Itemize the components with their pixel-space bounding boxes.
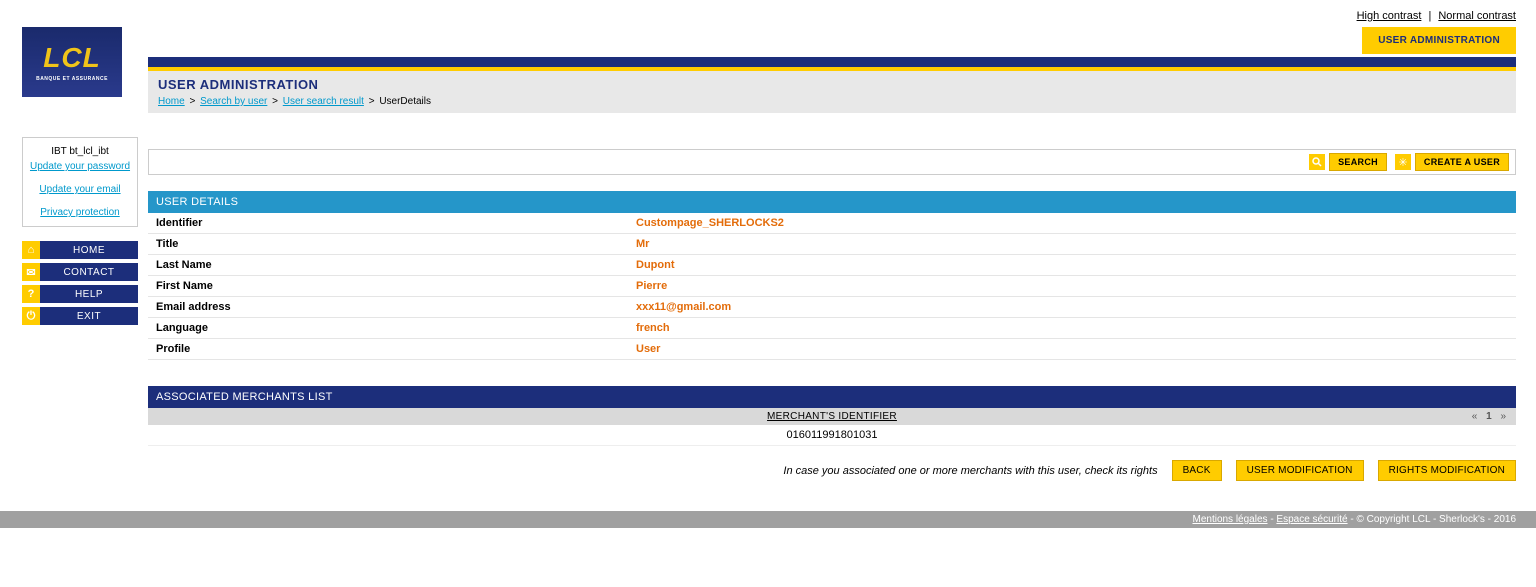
- footer-espace-link[interactable]: Espace sécurité: [1276, 514, 1347, 525]
- email-label: Email address: [148, 297, 628, 318]
- privacy-protection-link[interactable]: Privacy protection: [27, 205, 133, 220]
- header-bar: [148, 57, 1516, 71]
- nav-help[interactable]: ? HELP: [22, 285, 138, 303]
- breadcrumb-current: UserDetails: [379, 96, 431, 107]
- pager-last-icon[interactable]: »: [1500, 411, 1506, 422]
- breadcrumb-search-by-user[interactable]: Search by user: [200, 96, 267, 107]
- language-value: french: [628, 318, 1516, 339]
- breadcrumb-home[interactable]: Home: [158, 96, 185, 107]
- update-password-link[interactable]: Update your password: [27, 159, 133, 174]
- rights-modification-button[interactable]: RIGHTS MODIFICATION: [1378, 460, 1516, 481]
- pager-first-icon[interactable]: «: [1472, 411, 1478, 422]
- action-row: SEARCH ✳ CREATE A USER: [148, 149, 1516, 175]
- nav-contact[interactable]: ✉ CONTACT: [22, 263, 138, 281]
- identifier-value: Custompage_SHERLOCKS2: [628, 213, 1516, 234]
- nav-exit[interactable]: ⏻ EXIT: [22, 307, 138, 325]
- nav-contact-label: CONTACT: [40, 263, 138, 281]
- rights-hint: In case you associated one or more merch…: [783, 465, 1157, 477]
- user-details-table: Identifier Custompage_SHERLOCKS2 Title M…: [148, 213, 1516, 360]
- contrast-separator: |: [1428, 10, 1431, 22]
- lastname-label: Last Name: [148, 255, 628, 276]
- logo-text: LCL: [43, 42, 100, 74]
- firstname-value: Pierre: [628, 276, 1516, 297]
- create-user-button[interactable]: CREATE A USER: [1415, 153, 1509, 171]
- breadcrumb-user-search-result[interactable]: User search result: [283, 96, 364, 107]
- row-profile: Profile User: [148, 339, 1516, 360]
- breadcrumb: Home > Search by user > User search resu…: [158, 96, 1506, 107]
- tab-user-administration[interactable]: USER ADMINISTRATION: [1362, 27, 1516, 54]
- nav-home[interactable]: ⌂ HOME: [22, 241, 138, 259]
- help-icon: ?: [22, 285, 40, 303]
- merchants-table-header: MERCHANT'S IDENTIFIER « 1 »: [148, 408, 1516, 425]
- user-name: IBT bt_lcl_ibt: [27, 144, 133, 159]
- nav-exit-label: EXIT: [40, 307, 138, 325]
- lastname-value: Dupont: [628, 255, 1516, 276]
- profile-label: Profile: [148, 339, 628, 360]
- contact-icon: ✉: [22, 263, 40, 281]
- row-lastname: Last Name Dupont: [148, 255, 1516, 276]
- footer: Mentions légales - Espace sécurité - © C…: [0, 511, 1536, 528]
- search-button[interactable]: SEARCH: [1329, 153, 1387, 171]
- merchants-heading: ASSOCIATED MERCHANTS LIST: [148, 386, 1516, 408]
- footer-copyright: - © Copyright LCL - Sherlock's - 2016: [1350, 514, 1516, 525]
- pager-current: 1: [1486, 411, 1492, 422]
- firstname-label: First Name: [148, 276, 628, 297]
- user-box: IBT bt_lcl_ibt Update your password Upda…: [22, 137, 138, 227]
- exit-icon: ⏻: [22, 307, 40, 325]
- search-icon: [1309, 154, 1325, 170]
- title-label: Title: [148, 234, 628, 255]
- title-value: Mr: [628, 234, 1516, 255]
- normal-contrast-link[interactable]: Normal contrast: [1438, 10, 1516, 22]
- language-label: Language: [148, 318, 628, 339]
- footer-mentions-link[interactable]: Mentions légales: [1192, 514, 1267, 525]
- logo-subtitle: BANQUE ET ASSURANCE: [36, 76, 108, 82]
- user-modification-button[interactable]: USER MODIFICATION: [1236, 460, 1364, 481]
- row-firstname: First Name Pierre: [148, 276, 1516, 297]
- update-email-link[interactable]: Update your email: [27, 182, 133, 197]
- page-title: USER ADMINISTRATION: [158, 77, 1506, 92]
- row-email: Email address xxx11@gmail.com: [148, 297, 1516, 318]
- profile-value: User: [628, 339, 1516, 360]
- create-user-icon: ✳: [1395, 154, 1411, 170]
- row-identifier: Identifier Custompage_SHERLOCKS2: [148, 213, 1516, 234]
- logo: LCL BANQUE ET ASSURANCE: [22, 27, 122, 97]
- back-button[interactable]: BACK: [1172, 460, 1222, 481]
- email-value: xxx11@gmail.com: [628, 297, 1516, 318]
- user-details-heading: USER DETAILS: [148, 191, 1516, 213]
- identifier-label: Identifier: [148, 213, 628, 234]
- nav-home-label: HOME: [40, 241, 138, 259]
- merchant-id-column[interactable]: MERCHANT'S IDENTIFIER: [278, 411, 1386, 422]
- row-language: Language french: [148, 318, 1516, 339]
- pager: « 1 »: [1386, 411, 1506, 422]
- row-title: Title Mr: [148, 234, 1516, 255]
- high-contrast-link[interactable]: High contrast: [1357, 10, 1422, 22]
- home-icon: ⌂: [22, 241, 40, 259]
- merchant-row: 016011991801031: [148, 425, 1516, 446]
- side-nav: ⌂ HOME ✉ CONTACT ? HELP ⏻ EXIT: [22, 241, 138, 325]
- nav-help-label: HELP: [40, 285, 138, 303]
